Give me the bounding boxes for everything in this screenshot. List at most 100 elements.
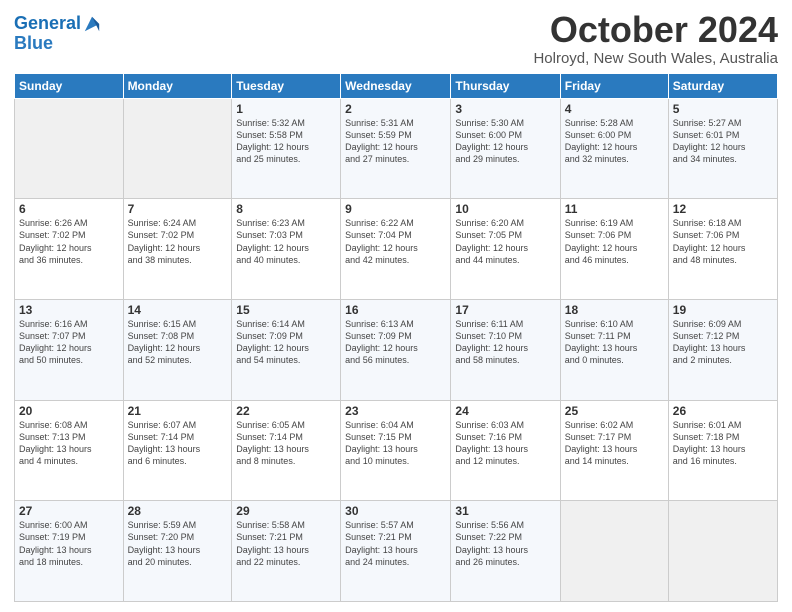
day-cell: 24Sunrise: 6:03 AM Sunset: 7:16 PM Dayli…: [451, 400, 560, 501]
day-cell: 7Sunrise: 6:24 AM Sunset: 7:02 PM Daylig…: [123, 199, 232, 300]
day-number: 17: [455, 303, 555, 317]
day-info: Sunrise: 6:20 AM Sunset: 7:05 PM Dayligh…: [455, 217, 555, 266]
day-cell: 14Sunrise: 6:15 AM Sunset: 7:08 PM Dayli…: [123, 299, 232, 400]
day-cell: [15, 98, 124, 199]
day-info: Sunrise: 6:15 AM Sunset: 7:08 PM Dayligh…: [128, 318, 228, 367]
day-number: 4: [565, 102, 664, 116]
logo-text-line2: Blue: [14, 34, 101, 54]
day-number: 1: [236, 102, 336, 116]
day-info: Sunrise: 6:24 AM Sunset: 7:02 PM Dayligh…: [128, 217, 228, 266]
day-info: Sunrise: 6:04 AM Sunset: 7:15 PM Dayligh…: [345, 419, 446, 468]
week-row-4: 20Sunrise: 6:08 AM Sunset: 7:13 PM Dayli…: [15, 400, 778, 501]
day-cell: 1Sunrise: 5:32 AM Sunset: 5:58 PM Daylig…: [232, 98, 341, 199]
day-info: Sunrise: 6:00 AM Sunset: 7:19 PM Dayligh…: [19, 519, 119, 568]
day-header-wednesday: Wednesday: [341, 73, 451, 98]
logo: General Blue: [14, 14, 101, 54]
day-info: Sunrise: 6:08 AM Sunset: 7:13 PM Dayligh…: [19, 419, 119, 468]
logo-text-line1: General: [14, 14, 81, 34]
day-header-saturday: Saturday: [668, 73, 777, 98]
week-row-2: 6Sunrise: 6:26 AM Sunset: 7:02 PM Daylig…: [15, 199, 778, 300]
day-cell: 20Sunrise: 6:08 AM Sunset: 7:13 PM Dayli…: [15, 400, 124, 501]
day-number: 19: [673, 303, 773, 317]
day-info: Sunrise: 5:56 AM Sunset: 7:22 PM Dayligh…: [455, 519, 555, 568]
calendar-title: October 2024: [533, 10, 778, 50]
header: General Blue October 2024 Holroyd, New S…: [14, 10, 778, 67]
day-header-friday: Friday: [560, 73, 668, 98]
week-row-3: 13Sunrise: 6:16 AM Sunset: 7:07 PM Dayli…: [15, 299, 778, 400]
day-info: Sunrise: 5:57 AM Sunset: 7:21 PM Dayligh…: [345, 519, 446, 568]
day-number: 7: [128, 202, 228, 216]
day-cell: 23Sunrise: 6:04 AM Sunset: 7:15 PM Dayli…: [341, 400, 451, 501]
day-info: Sunrise: 6:02 AM Sunset: 7:17 PM Dayligh…: [565, 419, 664, 468]
day-cell: 11Sunrise: 6:19 AM Sunset: 7:06 PM Dayli…: [560, 199, 668, 300]
day-cell: 28Sunrise: 5:59 AM Sunset: 7:20 PM Dayli…: [123, 501, 232, 602]
day-info: Sunrise: 5:58 AM Sunset: 7:21 PM Dayligh…: [236, 519, 336, 568]
day-cell: 4Sunrise: 5:28 AM Sunset: 6:00 PM Daylig…: [560, 98, 668, 199]
day-number: 20: [19, 404, 119, 418]
day-info: Sunrise: 6:14 AM Sunset: 7:09 PM Dayligh…: [236, 318, 336, 367]
day-cell: [560, 501, 668, 602]
day-cell: 2Sunrise: 5:31 AM Sunset: 5:59 PM Daylig…: [341, 98, 451, 199]
day-info: Sunrise: 6:26 AM Sunset: 7:02 PM Dayligh…: [19, 217, 119, 266]
day-number: 31: [455, 504, 555, 518]
day-number: 27: [19, 504, 119, 518]
day-cell: 13Sunrise: 6:16 AM Sunset: 7:07 PM Dayli…: [15, 299, 124, 400]
day-number: 2: [345, 102, 446, 116]
day-info: Sunrise: 6:22 AM Sunset: 7:04 PM Dayligh…: [345, 217, 446, 266]
day-info: Sunrise: 6:11 AM Sunset: 7:10 PM Dayligh…: [455, 318, 555, 367]
week-row-1: 1Sunrise: 5:32 AM Sunset: 5:58 PM Daylig…: [15, 98, 778, 199]
day-number: 22: [236, 404, 336, 418]
day-info: Sunrise: 6:01 AM Sunset: 7:18 PM Dayligh…: [673, 419, 773, 468]
day-number: 29: [236, 504, 336, 518]
day-info: Sunrise: 6:10 AM Sunset: 7:11 PM Dayligh…: [565, 318, 664, 367]
day-number: 15: [236, 303, 336, 317]
day-info: Sunrise: 5:27 AM Sunset: 6:01 PM Dayligh…: [673, 117, 773, 166]
day-cell: 25Sunrise: 6:02 AM Sunset: 7:17 PM Dayli…: [560, 400, 668, 501]
day-cell: 30Sunrise: 5:57 AM Sunset: 7:21 PM Dayli…: [341, 501, 451, 602]
day-header-sunday: Sunday: [15, 73, 124, 98]
day-number: 6: [19, 202, 119, 216]
day-cell: 16Sunrise: 6:13 AM Sunset: 7:09 PM Dayli…: [341, 299, 451, 400]
day-info: Sunrise: 5:59 AM Sunset: 7:20 PM Dayligh…: [128, 519, 228, 568]
day-number: 12: [673, 202, 773, 216]
day-cell: 21Sunrise: 6:07 AM Sunset: 7:14 PM Dayli…: [123, 400, 232, 501]
day-number: 26: [673, 404, 773, 418]
day-info: Sunrise: 6:23 AM Sunset: 7:03 PM Dayligh…: [236, 217, 336, 266]
calendar-table: SundayMondayTuesdayWednesdayThursdayFrid…: [14, 73, 778, 602]
calendar-subtitle: Holroyd, New South Wales, Australia: [533, 50, 778, 67]
day-number: 23: [345, 404, 446, 418]
day-number: 30: [345, 504, 446, 518]
day-info: Sunrise: 6:18 AM Sunset: 7:06 PM Dayligh…: [673, 217, 773, 266]
day-number: 24: [455, 404, 555, 418]
logo-icon: [83, 15, 101, 33]
day-cell: 8Sunrise: 6:23 AM Sunset: 7:03 PM Daylig…: [232, 199, 341, 300]
day-number: 11: [565, 202, 664, 216]
day-number: 25: [565, 404, 664, 418]
day-cell: 12Sunrise: 6:18 AM Sunset: 7:06 PM Dayli…: [668, 199, 777, 300]
day-info: Sunrise: 5:32 AM Sunset: 5:58 PM Dayligh…: [236, 117, 336, 166]
day-number: 13: [19, 303, 119, 317]
day-info: Sunrise: 6:09 AM Sunset: 7:12 PM Dayligh…: [673, 318, 773, 367]
day-header-monday: Monday: [123, 73, 232, 98]
day-cell: [668, 501, 777, 602]
day-info: Sunrise: 6:07 AM Sunset: 7:14 PM Dayligh…: [128, 419, 228, 468]
day-number: 9: [345, 202, 446, 216]
day-cell: 17Sunrise: 6:11 AM Sunset: 7:10 PM Dayli…: [451, 299, 560, 400]
day-info: Sunrise: 6:03 AM Sunset: 7:16 PM Dayligh…: [455, 419, 555, 468]
day-number: 18: [565, 303, 664, 317]
day-info: Sunrise: 5:31 AM Sunset: 5:59 PM Dayligh…: [345, 117, 446, 166]
day-cell: 10Sunrise: 6:20 AM Sunset: 7:05 PM Dayli…: [451, 199, 560, 300]
day-cell: 26Sunrise: 6:01 AM Sunset: 7:18 PM Dayli…: [668, 400, 777, 501]
day-header-tuesday: Tuesday: [232, 73, 341, 98]
day-cell: 19Sunrise: 6:09 AM Sunset: 7:12 PM Dayli…: [668, 299, 777, 400]
day-info: Sunrise: 6:05 AM Sunset: 7:14 PM Dayligh…: [236, 419, 336, 468]
day-number: 10: [455, 202, 555, 216]
day-cell: 9Sunrise: 6:22 AM Sunset: 7:04 PM Daylig…: [341, 199, 451, 300]
day-number: 28: [128, 504, 228, 518]
page: General Blue October 2024 Holroyd, New S…: [0, 0, 792, 612]
day-number: 16: [345, 303, 446, 317]
day-number: 5: [673, 102, 773, 116]
day-cell: 3Sunrise: 5:30 AM Sunset: 6:00 PM Daylig…: [451, 98, 560, 199]
day-info: Sunrise: 6:16 AM Sunset: 7:07 PM Dayligh…: [19, 318, 119, 367]
day-info: Sunrise: 5:30 AM Sunset: 6:00 PM Dayligh…: [455, 117, 555, 166]
